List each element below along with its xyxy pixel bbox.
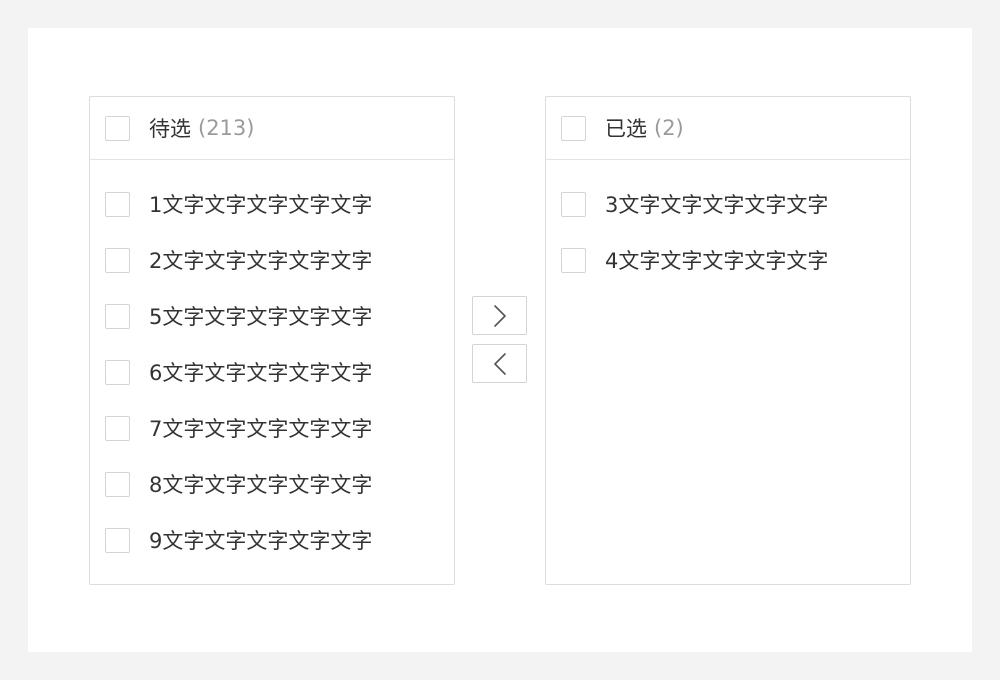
source-select-all-checkbox[interactable] bbox=[105, 115, 130, 141]
source-panel: 待选 (213) 1文字文字文字文字文字 2文字文字文字文字文字 5文字文字文字… bbox=[89, 96, 455, 585]
source-list-item[interactable]: 5文字文字文字文字文字 bbox=[90, 288, 454, 344]
item-label: 6文字文字文字文字文字 bbox=[149, 361, 373, 385]
item-label: 5文字文字文字文字文字 bbox=[149, 305, 373, 329]
target-panel-title: 已选 bbox=[605, 117, 647, 141]
item-checkbox[interactable] bbox=[105, 471, 130, 497]
item-checkbox[interactable] bbox=[105, 303, 130, 329]
target-list-item[interactable]: 3文字文字文字文字文字 bbox=[546, 176, 910, 232]
source-panel-title: 待选 bbox=[149, 117, 191, 141]
target-panel-count: (2) bbox=[654, 116, 684, 140]
chevron-right-icon bbox=[493, 304, 506, 327]
move-to-right-button[interactable] bbox=[472, 296, 527, 335]
item-label: 1文字文字文字文字文字 bbox=[149, 193, 373, 217]
target-select-all-checkbox[interactable] bbox=[561, 115, 586, 141]
target-panel-header: 已选 (2) bbox=[546, 97, 910, 160]
target-panel: 已选 (2) 3文字文字文字文字文字 4文字文字文字文字文字 bbox=[545, 96, 911, 585]
target-list: 3文字文字文字文字文字 4文字文字文字文字文字 bbox=[546, 160, 910, 288]
source-list-item[interactable]: 2文字文字文字文字文字 bbox=[90, 232, 454, 288]
source-list-item[interactable]: 1文字文字文字文字文字 bbox=[90, 176, 454, 232]
item-checkbox[interactable] bbox=[105, 415, 130, 441]
item-checkbox[interactable] bbox=[105, 247, 130, 273]
item-label: 2文字文字文字文字文字 bbox=[149, 249, 373, 273]
item-label: 7文字文字文字文字文字 bbox=[149, 417, 373, 441]
item-checkbox[interactable] bbox=[105, 359, 130, 385]
item-checkbox[interactable] bbox=[105, 191, 130, 217]
item-label: 9文字文字文字文字文字 bbox=[149, 529, 373, 553]
source-panel-count: (213) bbox=[198, 116, 255, 140]
source-list: 1文字文字文字文字文字 2文字文字文字文字文字 5文字文字文字文字文字 6文字文… bbox=[90, 160, 454, 568]
target-list-item[interactable]: 4文字文字文字文字文字 bbox=[546, 232, 910, 288]
item-label: 4文字文字文字文字文字 bbox=[605, 249, 829, 273]
source-list-item[interactable]: 6文字文字文字文字文字 bbox=[90, 344, 454, 400]
item-checkbox[interactable] bbox=[561, 191, 586, 217]
chevron-left-icon bbox=[493, 352, 506, 375]
item-label: 8文字文字文字文字文字 bbox=[149, 473, 373, 497]
item-label: 3文字文字文字文字文字 bbox=[605, 193, 829, 217]
source-panel-header: 待选 (213) bbox=[90, 97, 454, 160]
source-list-item[interactable]: 9文字文字文字文字文字 bbox=[90, 512, 454, 568]
source-list-item[interactable]: 7文字文字文字文字文字 bbox=[90, 400, 454, 456]
source-list-item[interactable]: 8文字文字文字文字文字 bbox=[90, 456, 454, 512]
item-checkbox[interactable] bbox=[105, 527, 130, 553]
move-to-left-button[interactable] bbox=[472, 344, 527, 383]
item-checkbox[interactable] bbox=[561, 247, 586, 273]
